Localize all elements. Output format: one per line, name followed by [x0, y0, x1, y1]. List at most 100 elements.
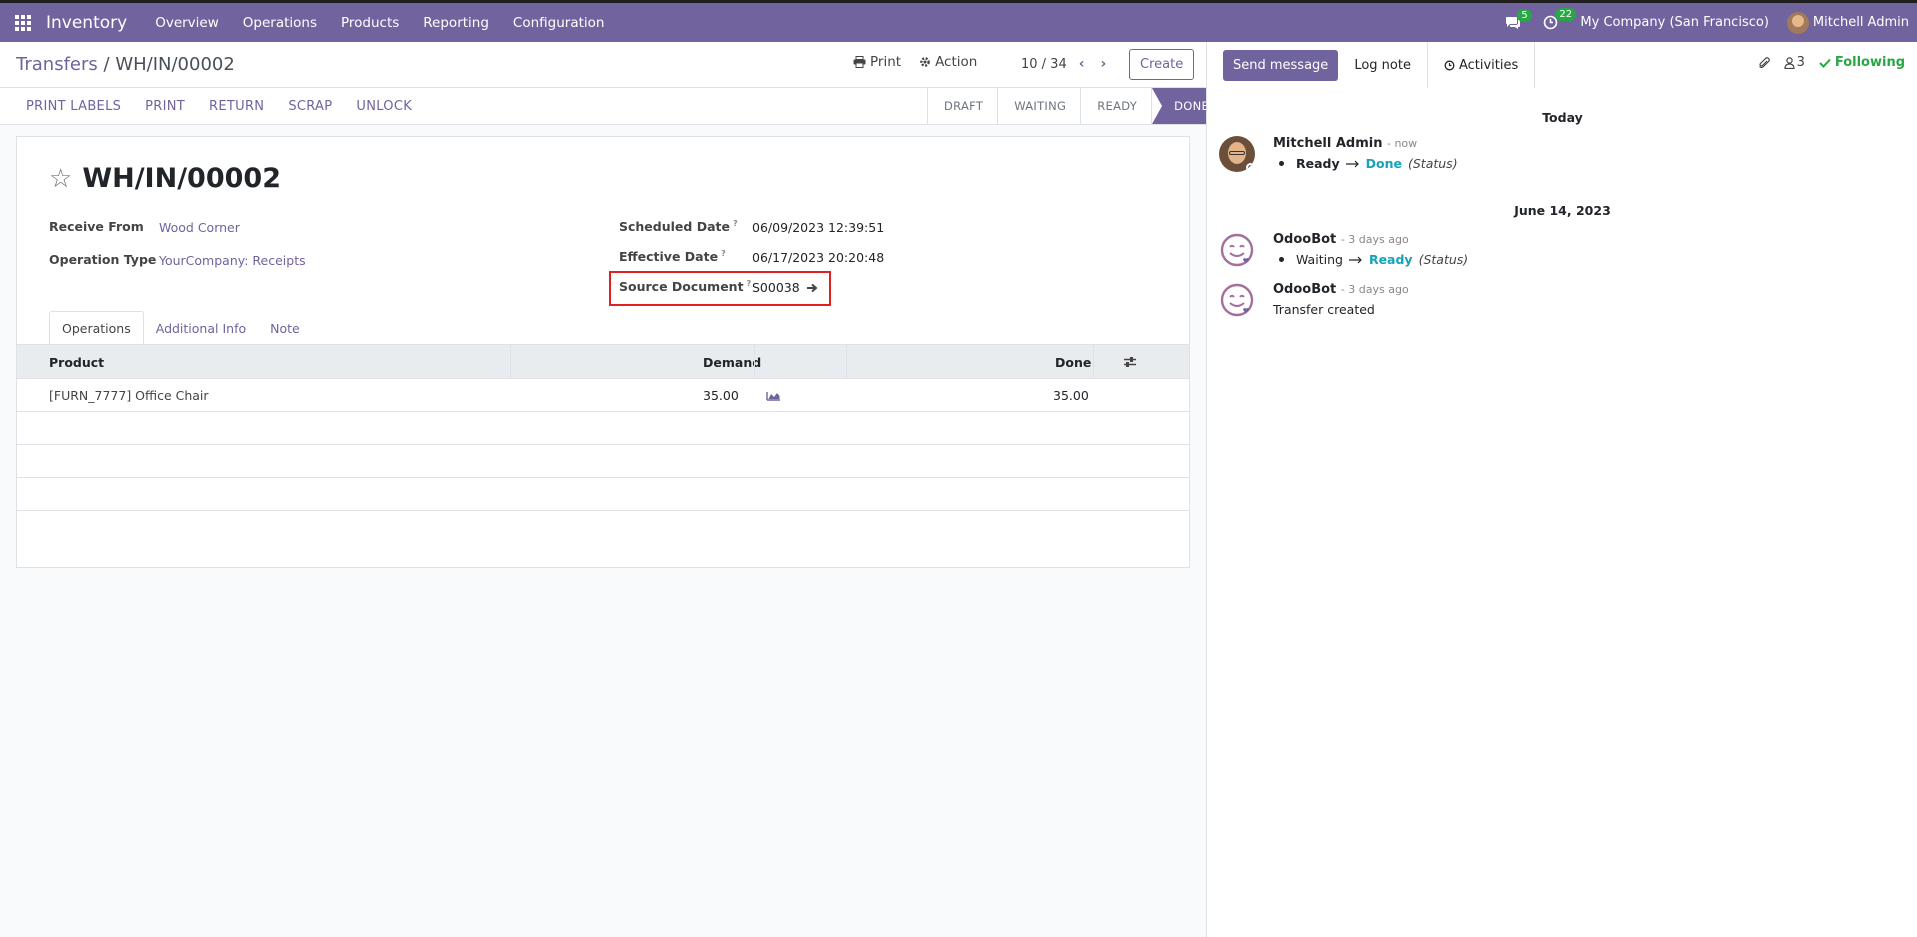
receive-from-value[interactable]: Wood Corner [159, 220, 240, 235]
action-dropdown[interactable]: Action [919, 54, 977, 70]
scrap-button[interactable]: SCRAP [276, 99, 344, 114]
menu-products[interactable]: Products [329, 15, 411, 31]
message-author[interactable]: Mitchell Admin - now [1273, 136, 1417, 151]
column-divider [846, 345, 847, 379]
top-navbar: Inventory Overview Operations Products R… [0, 0, 1917, 42]
tab-operations[interactable]: Operations [49, 311, 144, 345]
odoobot-avatar[interactable] [1219, 282, 1255, 318]
table-header: Product Demand Done [17, 345, 1189, 379]
column-divider [1093, 345, 1094, 379]
return-button[interactable]: RETURN [197, 99, 276, 114]
send-message-button[interactable]: Send message [1223, 49, 1339, 81]
tracking-old-value: Waiting [1296, 252, 1343, 267]
table-row[interactable]: [FURN_7777] Office Chair 35.00 35.00 [17, 379, 1189, 412]
row-done: 35.00 [1053, 388, 1089, 403]
tab-note[interactable]: Note [258, 311, 312, 345]
arrow-right-icon[interactable] [806, 283, 818, 293]
messages-badge: 5 [1517, 8, 1532, 22]
create-button[interactable]: Create [1129, 49, 1195, 80]
followers-button[interactable]: 3 [1783, 55, 1805, 70]
activities-label: Activities [1458, 57, 1519, 73]
print-dropdown[interactable]: Print [853, 54, 901, 70]
app-name[interactable]: Inventory [46, 13, 127, 33]
long-arrow-right-icon [1345, 160, 1359, 167]
action-label: Action [935, 54, 978, 70]
column-demand[interactable]: Demand [703, 355, 761, 370]
author-avatar[interactable] [1219, 136, 1255, 172]
control-panel: Transfers / WH/IN/00002 Print Action 10 … [0, 42, 1206, 88]
forecast-chart-icon[interactable] [766, 390, 781, 401]
menu-configuration[interactable]: Configuration [501, 15, 617, 31]
author-name: OdooBot [1273, 232, 1337, 247]
author-name: OdooBot [1273, 282, 1337, 297]
following-toggle[interactable]: Following [1819, 55, 1905, 70]
pager-value[interactable]: 10 / 34 [1021, 57, 1067, 72]
scheduled-date-value: 06/09/2023 12:39:51 [752, 220, 885, 235]
odoobot-avatar[interactable] [1219, 232, 1255, 268]
operation-type-value[interactable]: YourCompany: Receipts [159, 253, 306, 268]
main-menu: Overview Operations Products Reporting C… [143, 15, 616, 31]
followers-count: 3 [1796, 55, 1805, 70]
messages-systray[interactable]: 5 [1505, 8, 1532, 30]
paperclip-icon[interactable] [1758, 56, 1770, 70]
unlock-button[interactable]: UNLOCK [344, 99, 424, 114]
breadcrumb-separator: / [103, 54, 110, 75]
empty-table-row [17, 412, 1189, 445]
author-name: Mitchell Admin [1273, 136, 1383, 151]
column-done[interactable]: Done [1055, 355, 1091, 370]
message-author[interactable]: OdooBot - 3 days ago [1273, 232, 1409, 247]
print-labels-button[interactable]: PRINT LABELS [14, 99, 133, 114]
help-tooltip-icon[interactable]: ? [733, 219, 738, 228]
form-sheet: ☆ WH/IN/00002 Receive From Wood Corner O… [16, 136, 1190, 568]
clock-icon [1444, 60, 1455, 70]
pager-next-icon[interactable]: › [1097, 56, 1111, 72]
scheduled-date-label-text: Scheduled Date [619, 219, 730, 235]
print-button[interactable]: PRINT [133, 99, 197, 114]
tracking-field-name: (Status) [1418, 252, 1469, 267]
message-date: - now [1386, 137, 1418, 150]
column-divider [510, 345, 511, 379]
receive-from-label: Receive From [49, 219, 144, 234]
empty-table-row [17, 478, 1189, 511]
company-switcher[interactable]: My Company (San Francisco) [1580, 15, 1768, 30]
message-date: - 3 days ago [1340, 283, 1409, 296]
apps-menu-icon[interactable] [0, 3, 46, 42]
activities-badge: 22 [1555, 8, 1577, 21]
empty-table-row [17, 445, 1189, 478]
record-title: WH/IN/00002 [82, 163, 281, 194]
tracking-value: Ready Done (Status) [1273, 156, 1458, 171]
message-author[interactable]: OdooBot - 3 days ago [1273, 282, 1409, 297]
menu-operations[interactable]: Operations [231, 15, 329, 31]
menu-reporting[interactable]: Reporting [411, 15, 501, 31]
check-icon [1819, 58, 1831, 68]
log-note-button[interactable]: Log note [1338, 42, 1428, 88]
menu-overview[interactable]: Overview [143, 15, 231, 31]
user-menu[interactable]: Mitchell Admin [1786, 11, 1909, 34]
bullet-icon [1279, 161, 1284, 166]
tracking-value: Waiting Ready (Status) [1273, 252, 1468, 267]
effective-date-value: 06/17/2023 20:20:48 [752, 250, 885, 265]
message-date: - 3 days ago [1340, 233, 1409, 246]
scheduled-date-label: Scheduled Date? [619, 219, 738, 234]
optional-columns-icon[interactable] [1123, 356, 1137, 368]
favorite-star-icon[interactable]: ☆ [49, 164, 72, 194]
bullet-icon [1279, 257, 1284, 262]
column-divider [754, 345, 755, 379]
stage-waiting: WAITING [997, 88, 1080, 124]
source-document-label: Source Document? [619, 279, 751, 294]
stage-draft: DRAFT [927, 88, 997, 124]
tab-additional-info[interactable]: Additional Info [144, 311, 258, 345]
column-product[interactable]: Product [49, 355, 104, 370]
help-tooltip-icon[interactable]: ? [747, 279, 752, 288]
help-tooltip-icon[interactable]: ? [721, 249, 726, 258]
tracking-new-value: Ready [1368, 252, 1413, 267]
form-statusbar: PRINT LABELS PRINT RETURN SCRAP UNLOCK D… [0, 88, 1228, 125]
activities-button[interactable]: Activities [1428, 42, 1536, 88]
pager-previous-icon[interactable]: ‹ [1075, 56, 1089, 72]
user-name: Mitchell Admin [1812, 15, 1909, 30]
activities-systray[interactable]: 22 [1543, 8, 1577, 30]
print-label: Print [870, 54, 902, 70]
breadcrumb: Transfers / WH/IN/00002 [16, 54, 235, 75]
row-product: [FURN_7777] Office Chair [49, 388, 209, 403]
breadcrumb-parent[interactable]: Transfers [16, 54, 98, 75]
